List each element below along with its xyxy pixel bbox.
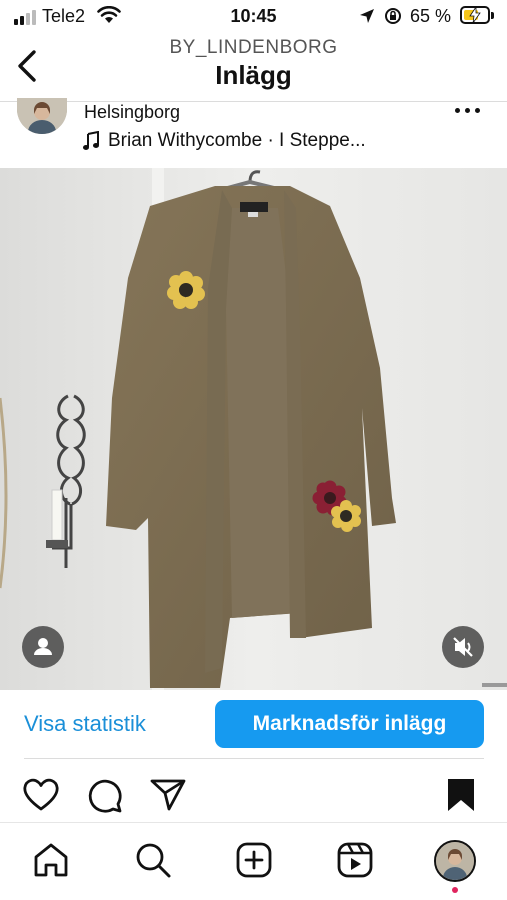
post-location[interactable]: Helsingborg <box>84 102 180 123</box>
bottom-navigation <box>0 823 507 900</box>
status-bar: Tele2 10:45 65 % <box>0 0 507 34</box>
post-actions: Visa statistik Marknadsför inlägg <box>0 690 507 760</box>
mute-button[interactable] <box>442 626 484 668</box>
location-arrow-icon <box>360 9 374 23</box>
speaker-muted-icon <box>453 637 473 657</box>
search-icon[interactable] <box>134 841 172 879</box>
cardigan-photo <box>0 168 507 690</box>
avatar[interactable] <box>17 98 67 134</box>
send-icon[interactable] <box>150 778 186 812</box>
top-header: BY_LINDENBORG Inlägg <box>0 34 507 98</box>
divider <box>24 758 484 759</box>
post-music[interactable]: Brian Withycombe · I Steppe... <box>82 130 366 152</box>
promote-post-button[interactable]: Marknadsför inlägg <box>215 700 484 748</box>
page-title: Inlägg <box>215 60 292 90</box>
plus-square-icon[interactable] <box>235 841 273 879</box>
battery-percent: 65 % <box>410 6 452 26</box>
bookmark-icon[interactable] <box>447 778 475 812</box>
profile-avatar[interactable] <box>434 840 476 882</box>
engagement-bar <box>0 770 507 820</box>
home-icon[interactable] <box>32 841 70 879</box>
comment-icon[interactable] <box>87 778 123 814</box>
music-note-icon <box>83 131 99 150</box>
post-photo[interactable] <box>0 168 507 690</box>
tag-people-button[interactable] <box>22 626 64 668</box>
person-tag-icon <box>34 638 52 655</box>
music-track-label: Brian Withycombe · I Steppe... <box>108 130 366 151</box>
more-options-icon[interactable] <box>455 108 480 113</box>
heart-icon[interactable] <box>22 778 60 812</box>
account-username[interactable]: BY_LINDENBORG <box>0 37 507 59</box>
notification-dot <box>452 887 458 893</box>
battery-icon <box>460 6 490 24</box>
rotation-lock-icon <box>385 8 401 24</box>
battery-tip <box>491 12 494 19</box>
post-header: Helsingborg Brian Withycombe · I Steppe.… <box>0 98 507 168</box>
reels-icon[interactable] <box>336 841 374 879</box>
view-insights-link[interactable]: Visa statistik <box>24 711 146 737</box>
